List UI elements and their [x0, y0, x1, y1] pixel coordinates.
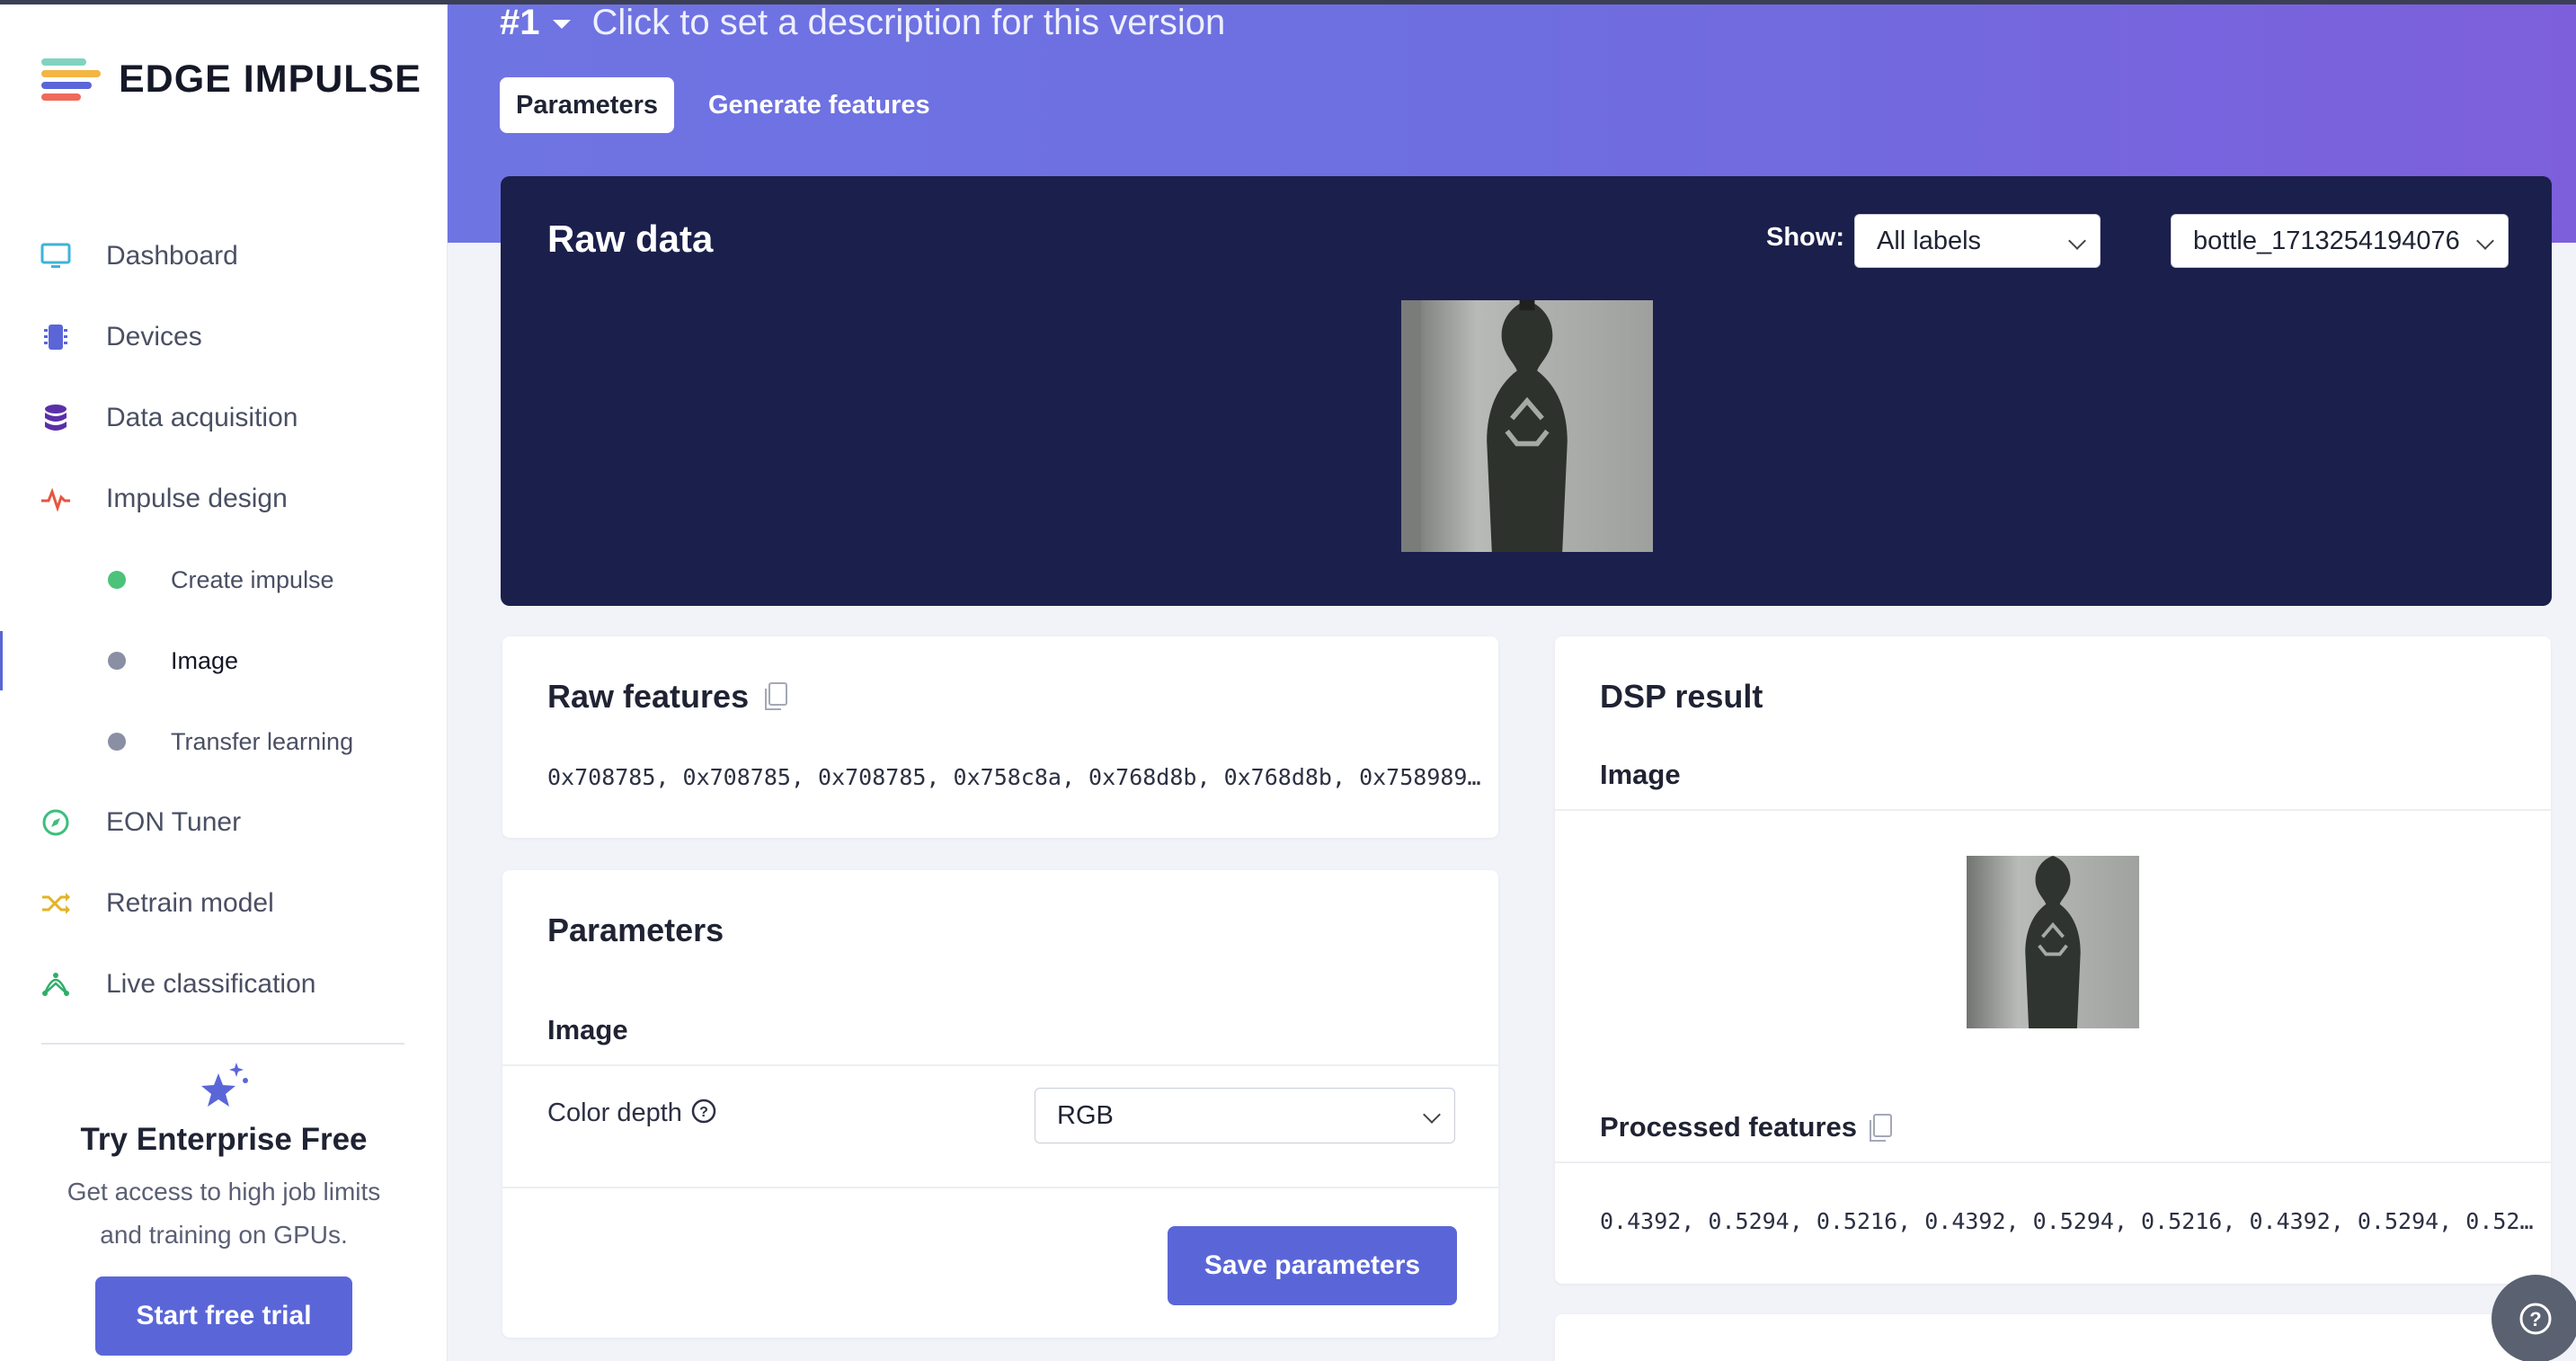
version-number: #1 [500, 2, 540, 42]
sidebar-item-label: Create impulse [171, 565, 334, 593]
trial-title: Try Enterprise Free [80, 1122, 368, 1157]
sidebar-item-transfer-learning[interactable]: Transfer learning [0, 701, 448, 782]
parameters-title: Parameters [547, 912, 724, 948]
color-depth-label: Color depth [547, 1099, 682, 1127]
network-icon [40, 968, 72, 1001]
sidebar-item-label: Image [171, 646, 239, 674]
dsp-section-title: Image [1600, 759, 1681, 790]
compass-icon [40, 806, 72, 839]
copy-icon[interactable] [761, 681, 788, 712]
sidebar: EDGE IMPULSE Dashboard Devices Data acqu… [0, 0, 448, 1361]
sidebar-item-label: Data acquisition [106, 403, 298, 432]
sidebar-item-data-acquisition[interactable]: Data acquisition [0, 378, 448, 458]
parameters-card: Parameters Image Color depth ? RGB Save … [502, 870, 1498, 1338]
brand-logo[interactable]: EDGE IMPULSE [41, 58, 422, 102]
sidebar-item-impulse-design[interactable]: Impulse design [0, 458, 448, 539]
sidebar-item-image[interactable]: Image [0, 620, 448, 701]
sidebar-item-label: Devices [106, 322, 202, 351]
caret-down-icon [552, 20, 571, 29]
color-depth-select[interactable]: RGB [1035, 1088, 1455, 1143]
label-filter-select[interactable]: All labels [1854, 214, 2101, 268]
chip-icon [40, 321, 72, 353]
enterprise-trial-promo: Try Enterprise Free Get access to high j… [0, 1054, 448, 1356]
sidebar-item-live-classification[interactable]: Live classification [0, 944, 448, 1025]
dsp-result-card: DSP result Image Processed features 0.43… [1555, 636, 2551, 1284]
label-filter-value: All labels [1877, 226, 1982, 255]
processed-image [1967, 856, 2139, 1028]
monitor-icon [40, 240, 72, 272]
sidebar-item-retrain-model[interactable]: Retrain model [0, 863, 448, 944]
divider [502, 1187, 1498, 1188]
processed-features-values: 0.4392, 0.5294, 0.5216, 0.4392, 0.5294, … [1600, 1208, 2534, 1234]
sidebar-item-label: Retrain model [106, 888, 274, 918]
sample-value: bottle_1713254194076 [2193, 226, 2460, 255]
sidebar-item-eon-tuner[interactable]: EON Tuner [0, 782, 448, 863]
sidebar-divider [41, 1043, 404, 1045]
sample-select[interactable]: bottle_1713254194076 [2171, 214, 2509, 268]
color-depth-label-group: Color depth ? [547, 1099, 716, 1128]
start-free-trial-button[interactable]: Start free trial [95, 1276, 352, 1356]
help-circle-icon[interactable]: ? [691, 1099, 716, 1128]
color-depth-value: RGB [1057, 1100, 1114, 1130]
sidebar-item-label: Impulse design [106, 484, 288, 513]
divider [502, 1064, 1498, 1066]
help-button[interactable]: ? [2492, 1275, 2576, 1361]
sidebar-item-create-impulse[interactable]: Create impulse [0, 539, 448, 620]
status-dot-icon [108, 652, 126, 670]
chevron-down-icon [2068, 232, 2086, 250]
raw-sample-image [1401, 300, 1653, 552]
tab-generate-features[interactable]: Generate features [692, 77, 946, 133]
version-selector[interactable]: #1 Click to set a description for this v… [500, 0, 1225, 45]
logo-icon [41, 58, 102, 102]
processed-features-title: Processed features [1600, 1111, 1858, 1143]
sidebar-item-devices[interactable]: Devices [0, 297, 448, 378]
database-icon [40, 402, 72, 434]
dsp-result-title: DSP result [1600, 678, 1763, 715]
tab-bar: Parameters Generate features [500, 77, 946, 133]
divider [1555, 1161, 2551, 1163]
version-description[interactable]: Click to set a description for this vers… [592, 3, 1226, 43]
status-dot-icon [108, 733, 126, 751]
sidebar-nav: Dashboard Devices Data acquisition Impul… [0, 216, 448, 1025]
svg-text:?: ? [699, 1105, 708, 1120]
copy-icon[interactable] [1866, 1113, 1893, 1143]
sidebar-item-label: Transfer learning [171, 727, 354, 755]
sidebar-item-label: Dashboard [106, 241, 238, 271]
shuffle-icon [40, 887, 72, 920]
chevron-down-icon [1423, 1106, 1441, 1124]
save-parameters-button[interactable]: Save parameters [1168, 1226, 1457, 1305]
sidebar-item-label: EON Tuner [106, 807, 242, 837]
raw-data-title: Raw data [547, 218, 714, 260]
sidebar-item-label: Live classification [106, 969, 316, 999]
pulse-icon [40, 483, 72, 515]
tab-parameters[interactable]: Parameters [500, 77, 674, 133]
sparkle-star-icon [197, 1061, 251, 1111]
divider [1555, 809, 2551, 811]
help-icon: ? [2519, 1303, 2552, 1335]
show-label: Show: [1766, 223, 1844, 252]
svg-text:?: ? [2529, 1308, 2541, 1330]
raw-data-panel: Raw data Show: All labels bottle_1713254… [501, 176, 2552, 606]
raw-features-card: Raw features 0x708785, 0x708785, 0x70878… [502, 636, 1498, 838]
sidebar-item-dashboard[interactable]: Dashboard [0, 216, 448, 297]
raw-features-title: Raw features [547, 678, 750, 715]
window-top-border [0, 0, 2576, 4]
chevron-down-icon [2476, 232, 2494, 250]
next-card [1555, 1314, 2551, 1361]
raw-features-values: 0x708785, 0x708785, 0x708785, 0x758c8a, … [547, 764, 1481, 790]
brand-name: EDGE IMPULSE [119, 58, 422, 101]
parameters-section-title: Image [547, 1014, 628, 1045]
status-dot-icon [108, 571, 126, 589]
trial-description: Get access to high job limits and traini… [67, 1178, 381, 1249]
